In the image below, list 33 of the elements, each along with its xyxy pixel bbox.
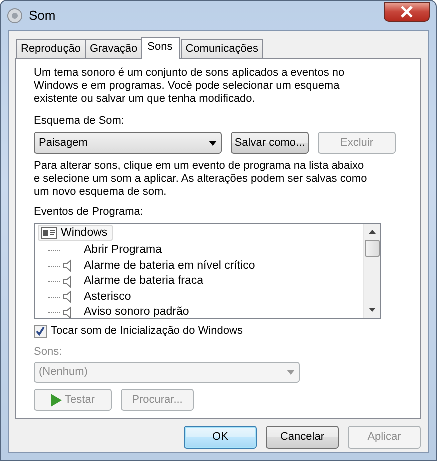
scheme-label: Esquema de Som: bbox=[34, 115, 126, 128]
close-button[interactable] bbox=[384, 2, 430, 22]
tree-item[interactable]: Alarme de bateria em nível crítico bbox=[38, 258, 360, 274]
sounds-label: Sons: bbox=[34, 346, 64, 359]
tree-item[interactable]: Aviso sonoro padrão bbox=[38, 305, 360, 318]
tree-item[interactable]: Asterisco bbox=[38, 290, 360, 305]
scroll-down-icon[interactable] bbox=[368, 308, 376, 312]
checkbox-label: Tocar som de Inicialização do Windows bbox=[51, 325, 243, 338]
close-icon bbox=[400, 6, 414, 18]
scheme-dropdown[interactable]: Paisagem bbox=[34, 132, 222, 154]
tab[interactable]: Comunicações bbox=[180, 39, 264, 58]
events-label: Eventos de Programa: bbox=[34, 206, 144, 219]
tab[interactable]: Sons bbox=[140, 37, 180, 59]
events-list[interactable]: Windows Abrir Programa Alarme de bateria em nível crítico Alarme de bateria fraca Asterisco Aviso sonoro padrão bbox=[34, 223, 381, 319]
window-icon bbox=[41, 227, 57, 239]
checkbox[interactable] bbox=[34, 325, 47, 338]
description-text: Um tema sonoro é um conjunto de sons aplicados a eventos no Windows e em programas. Você pode selecionar um esquema existente ou salvar um que tenha modificado. bbox=[34, 67, 346, 106]
instructions-text: Para alterar sons, clique em um evento de programa na lista abaixo e selecione um som a aplicar. As alterações podem ser salvas como um novo esquema de som. bbox=[34, 160, 368, 199]
cancel-button[interactable]: Cancelar bbox=[266, 426, 339, 449]
tab[interactable]: Gravação bbox=[84, 39, 143, 58]
scrollbar-thumb[interactable] bbox=[364, 240, 380, 257]
save-as-button[interactable]: Salvar como... bbox=[231, 132, 309, 154]
tab[interactable]: Reprodução bbox=[16, 39, 86, 58]
tree-item[interactable]: Alarme de bateria fraca bbox=[38, 274, 360, 290]
tree-item[interactable]: Abrir Programa bbox=[38, 243, 360, 258]
caret-icon bbox=[287, 370, 295, 375]
caret-icon bbox=[209, 140, 217, 146]
window-title: Som bbox=[29, 9, 56, 22]
tree-item[interactable]: Windows bbox=[38, 225, 113, 241]
scroll-up-icon[interactable] bbox=[368, 230, 376, 234]
scrollbar[interactable] bbox=[363, 224, 380, 318]
ok-button[interactable]: OK bbox=[184, 426, 257, 449]
play-icon bbox=[51, 394, 62, 406]
